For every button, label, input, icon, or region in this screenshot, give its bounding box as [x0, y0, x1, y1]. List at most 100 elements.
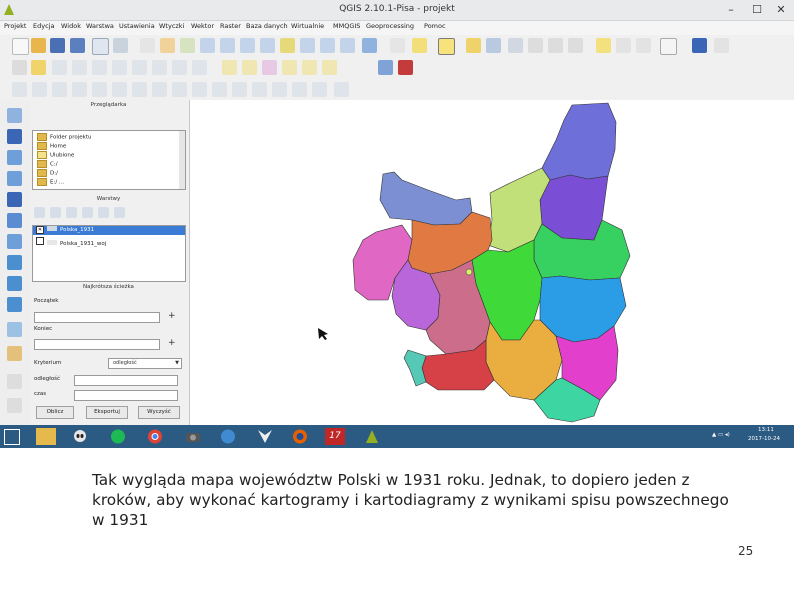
- firefox-icon[interactable]: [290, 428, 310, 445]
- zoom-next-icon[interactable]: [340, 38, 355, 53]
- show-bookmarks-icon[interactable]: [636, 38, 651, 53]
- python-console-icon[interactable]: [378, 60, 393, 75]
- zoom-out-icon[interactable]: [220, 38, 235, 53]
- tree-item-drive-c[interactable]: C:/: [37, 160, 58, 168]
- toggle-editing-icon[interactable]: [31, 60, 46, 75]
- add-group-icon[interactable]: [50, 207, 61, 218]
- layer-row-polska-1931-woj[interactable]: Polska_1931_woj: [36, 237, 106, 247]
- browser-tree[interactable]: Folder projektu Home Ulubione C:/ D:/ E:…: [32, 130, 186, 190]
- maximize-button[interactable]: ☐: [744, 0, 770, 20]
- map-canvas[interactable]: [189, 100, 794, 425]
- expand-all-icon[interactable]: [98, 207, 109, 218]
- highlight-labels-icon[interactable]: [262, 60, 277, 75]
- change-label-icon[interactable]: [322, 60, 337, 75]
- menu-widok[interactable]: Widok: [61, 22, 81, 30]
- menu-mmqgis[interactable]: MMQGIS: [333, 22, 360, 30]
- tree-item-project-folder[interactable]: Folder projektu: [37, 133, 91, 141]
- statistics-icon[interactable]: [528, 38, 543, 53]
- minimize-button[interactable]: –: [718, 0, 744, 20]
- merge-features-icon[interactable]: [232, 82, 247, 97]
- select-by-expression-icon[interactable]: [466, 38, 481, 53]
- pan-map-icon[interactable]: [160, 38, 175, 53]
- current-edits-icon[interactable]: [12, 60, 27, 75]
- camera-icon[interactable]: [183, 428, 203, 445]
- tree-item-favourites[interactable]: Ulubione: [37, 151, 74, 159]
- delete-ring-icon[interactable]: [112, 82, 127, 97]
- open-layer-styling-icon[interactable]: [34, 207, 45, 218]
- paste-features-icon[interactable]: [192, 60, 207, 75]
- qgis-icon[interactable]: [362, 428, 382, 445]
- copy-features-icon[interactable]: [172, 60, 187, 75]
- save-edits-icon[interactable]: [52, 60, 67, 75]
- add-part-icon[interactable]: [72, 82, 87, 97]
- menu-wirtualnie[interactable]: Wirtualnie: [291, 22, 324, 30]
- tree-item-drive-e[interactable]: E:/ ...: [37, 178, 64, 186]
- menu-baza-danych[interactable]: Baza danych: [246, 22, 288, 30]
- move-label-icon[interactable]: [282, 60, 297, 75]
- file-explorer-icon[interactable]: [36, 428, 56, 445]
- zoom-to-selection-icon[interactable]: [280, 38, 295, 53]
- new-bookmark-icon[interactable]: [616, 38, 631, 53]
- poland-1931-map[interactable]: [190, 100, 794, 425]
- add-spatialite-layer-icon[interactable]: [7, 171, 22, 186]
- delete-selected-icon[interactable]: [132, 60, 147, 75]
- tree-item-drive-d[interactable]: D:/: [37, 169, 58, 177]
- globe-icon[interactable]: [218, 428, 238, 445]
- chrome-icon[interactable]: [145, 428, 165, 445]
- menu-ustawienia[interactable]: Ustawienia: [119, 22, 155, 30]
- browser-scrollbar[interactable]: [179, 131, 185, 189]
- refresh-icon[interactable]: [362, 38, 377, 53]
- add-ring-icon[interactable]: [52, 82, 67, 97]
- add-vector-layer-icon[interactable]: [7, 108, 22, 123]
- zoom-last-icon[interactable]: [320, 38, 335, 53]
- split-features-icon[interactable]: [192, 82, 207, 97]
- add-wcs-layer-icon[interactable]: [7, 276, 22, 291]
- add-wms-layer-icon[interactable]: [7, 255, 22, 270]
- new-shapefile-icon[interactable]: [7, 346, 22, 361]
- menu-warstwa[interactable]: Warstwa: [86, 22, 114, 30]
- add-feature-icon[interactable]: [72, 60, 87, 75]
- clear-button[interactable]: Wyczyść: [138, 406, 180, 419]
- cut-features-icon[interactable]: [152, 60, 167, 75]
- rotate-label-icon[interactable]: [302, 60, 317, 75]
- label-tool-icon[interactable]: [222, 60, 237, 75]
- save-as-icon[interactable]: [70, 38, 85, 53]
- help-icon[interactable]: [692, 38, 707, 53]
- fill-ring-icon[interactable]: [92, 82, 107, 97]
- layer-visibility-checkbox[interactable]: [36, 237, 44, 245]
- start-pick-icon[interactable]: +: [168, 311, 176, 321]
- wolf-icon[interactable]: [255, 428, 275, 445]
- measure-icon[interactable]: [568, 38, 583, 53]
- start-point-input[interactable]: [34, 312, 160, 323]
- add-postgis-layer-icon[interactable]: [7, 150, 22, 165]
- pin-labels-icon[interactable]: [242, 60, 257, 75]
- field-calculator-icon[interactable]: [548, 38, 563, 53]
- filter-legend-icon[interactable]: [82, 207, 93, 218]
- rotate-feature-icon[interactable]: [12, 82, 27, 97]
- end-pick-icon[interactable]: +: [168, 338, 176, 348]
- pan-touch-icon[interactable]: [140, 38, 155, 53]
- add-db2-layer-icon[interactable]: [7, 234, 22, 249]
- delete-part-icon[interactable]: [132, 82, 147, 97]
- circular-string-icon[interactable]: [334, 82, 349, 97]
- criterion-select[interactable]: odległość ▼: [108, 358, 182, 369]
- close-button[interactable]: ✕: [768, 0, 794, 20]
- end-point-input[interactable]: [34, 339, 160, 350]
- tray-icons[interactable]: ▲ ▭ ◂): [712, 432, 730, 438]
- menu-wtyczki[interactable]: Wtyczki: [159, 22, 184, 30]
- zoom-in-icon[interactable]: [200, 38, 215, 53]
- layer-row-polska-1931[interactable]: ✕ Polska_1931: [36, 226, 94, 234]
- add-oracle-layer-icon[interactable]: [7, 213, 22, 228]
- new-project-icon[interactable]: [12, 38, 29, 55]
- menu-wektor[interactable]: Wektor: [191, 22, 214, 30]
- menu-pomoc[interactable]: Pomoc: [424, 22, 446, 30]
- zoom-native-icon[interactable]: [240, 38, 255, 53]
- zoom-full-icon[interactable]: [260, 38, 275, 53]
- game-17-icon[interactable]: 17: [325, 428, 345, 445]
- alien-icon[interactable]: [70, 428, 90, 445]
- text-annotation-icon[interactable]: [660, 38, 677, 55]
- open-project-icon[interactable]: [31, 38, 46, 53]
- merge-attributes-icon[interactable]: [252, 82, 267, 97]
- collapse-all-icon[interactable]: [114, 207, 125, 218]
- layer-visibility-checkbox[interactable]: ✕: [36, 226, 44, 234]
